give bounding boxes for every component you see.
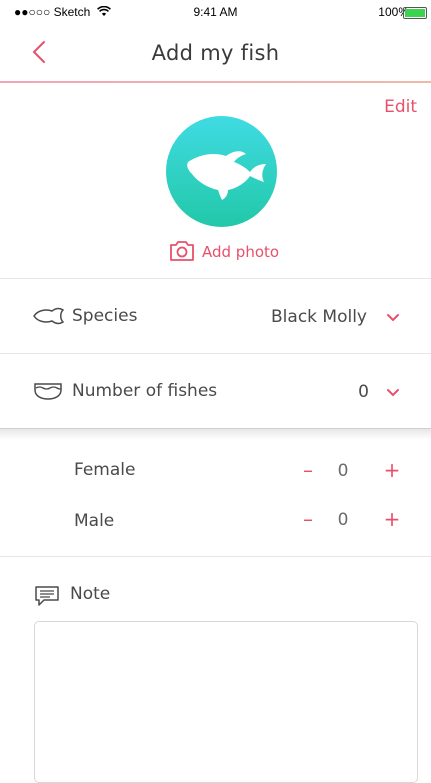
species-row[interactable]: Species Black Molly — [0, 279, 431, 353]
battery-icon — [403, 7, 427, 19]
navigation-bar: Add my fish — [0, 22, 431, 82]
fish-count-value: 0 — [358, 382, 369, 402]
edit-button[interactable]: Edit — [384, 97, 417, 117]
fish-icon — [187, 151, 266, 200]
female-decrement-button[interactable]: – — [298, 458, 318, 482]
male-increment-button[interactable]: + — [382, 507, 402, 531]
fish-count-label: Number of fishes — [72, 381, 218, 401]
note-label: Note — [70, 584, 111, 604]
note-textarea[interactable] — [34, 621, 418, 783]
species-value: Black Molly — [271, 307, 367, 327]
male-label: Male — [74, 511, 115, 531]
chevron-down-icon — [387, 314, 399, 322]
species-label: Species — [72, 306, 138, 326]
fish-count-row[interactable]: Number of fishes 0 — [0, 354, 431, 428]
camera-icon — [170, 241, 194, 261]
status-bar: ●●○○○ Sketch 9:41 AM 100% — [0, 0, 431, 22]
clock: 9:41 AM — [193, 5, 238, 19]
page-title: Add my fish — [151, 41, 280, 65]
chevron-down-icon — [387, 389, 399, 397]
female-row: Female – 0 + — [0, 450, 431, 490]
female-count: 0 — [337, 461, 349, 481]
note-icon — [35, 586, 59, 606]
female-increment-button[interactable]: + — [382, 458, 402, 482]
fish-avatar[interactable] — [166, 116, 277, 227]
aquarium-icon — [34, 383, 62, 400]
fish-outline-icon — [33, 307, 65, 325]
male-count: 0 — [337, 510, 349, 530]
male-decrement-button[interactable]: – — [298, 507, 318, 531]
section-shadow — [0, 428, 431, 440]
divider — [0, 556, 431, 557]
add-photo-label: Add photo — [202, 243, 280, 261]
male-row: Male – 0 + — [0, 501, 431, 541]
header-divider — [0, 81, 431, 83]
female-label: Female — [74, 460, 136, 480]
